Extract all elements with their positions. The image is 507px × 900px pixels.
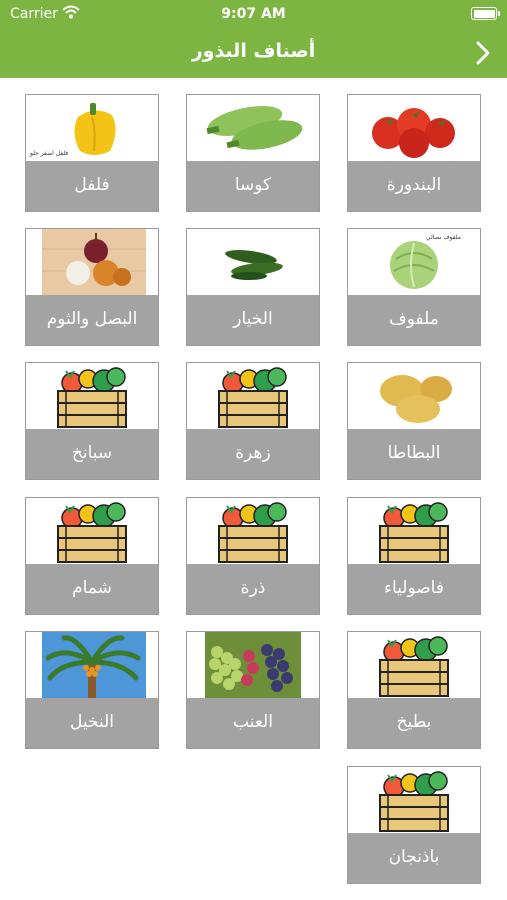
vegetable-crate-icon: [187, 363, 319, 429]
category-label: بطيخ: [348, 698, 480, 748]
category-card-cabbage[interactable]: ملفوف نصالي ملفوف: [347, 228, 481, 346]
category-label: فلفل: [26, 161, 158, 211]
category-label: كوسا: [187, 161, 319, 211]
category-card-palm[interactable]: النخيل: [25, 631, 159, 749]
category-card-cauliflower[interactable]: زهرة: [186, 362, 320, 480]
vegetable-crate-icon: [348, 632, 480, 698]
category-label: البندورة: [348, 161, 480, 211]
category-label: ذرة: [187, 564, 319, 614]
vegetable-crate-icon: [348, 767, 480, 833]
category-card-potato[interactable]: البطاطا: [347, 362, 481, 480]
category-card-beans[interactable]: فاصولياء: [347, 497, 481, 615]
category-card-corn[interactable]: ذرة: [186, 497, 320, 615]
grapes-icon: [187, 632, 319, 698]
category-label: العنب: [187, 698, 319, 748]
potato-icon: [348, 363, 480, 429]
vegetable-crate-icon: [187, 498, 319, 564]
category-label: شمام: [26, 564, 158, 614]
seed-categories-grid: البندورة كوسا فلفل اصفر حلو فلفل ملفوف ن…: [0, 0, 507, 900]
category-card-cucumber[interactable]: الخيار: [186, 228, 320, 346]
category-card-zucchini[interactable]: كوسا: [186, 94, 320, 212]
category-label: البطاطا: [348, 429, 480, 479]
palm-tree-icon: [26, 632, 158, 698]
category-card-spinach[interactable]: سبانخ: [25, 362, 159, 480]
image-caption: ملفوف نصالي: [426, 234, 461, 241]
category-card-eggplant[interactable]: باذنجان: [347, 766, 481, 884]
category-card-pepper[interactable]: فلفل اصفر حلو فلفل: [25, 94, 159, 212]
zucchini-icon: [187, 95, 319, 161]
onion-garlic-icon: [26, 229, 158, 295]
category-label: زهرة: [187, 429, 319, 479]
category-card-melon[interactable]: شمام: [25, 497, 159, 615]
vegetable-crate-icon: [348, 498, 480, 564]
cucumber-icon: [187, 229, 319, 295]
category-card-tomato[interactable]: البندورة: [347, 94, 481, 212]
category-label: باذنجان: [348, 833, 480, 883]
category-label: فاصولياء: [348, 564, 480, 614]
category-label: ملفوف: [348, 295, 480, 345]
category-label: سبانخ: [26, 429, 158, 479]
category-card-watermelon[interactable]: بطيخ: [347, 631, 481, 749]
tomato-icon: [348, 95, 480, 161]
vegetable-crate-icon: [26, 498, 158, 564]
vegetable-crate-icon: [26, 363, 158, 429]
category-card-onion-garlic[interactable]: البصل والثوم: [25, 228, 159, 346]
category-label: النخيل: [26, 698, 158, 748]
category-card-grapes[interactable]: العنب: [186, 631, 320, 749]
cabbage-icon: ملفوف نصالي: [348, 229, 480, 295]
image-caption: فلفل اصفر حلو: [29, 150, 68, 157]
category-label: البصل والثوم: [26, 295, 158, 345]
category-label: الخيار: [187, 295, 319, 345]
pepper-icon: فلفل اصفر حلو: [26, 95, 158, 161]
